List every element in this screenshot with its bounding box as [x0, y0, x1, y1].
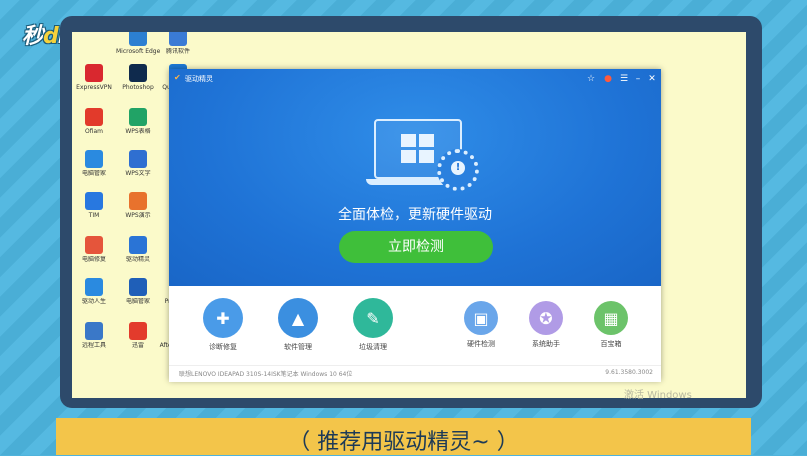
app-hero: ✔ 驱动精灵 ☆ ● ☰ – ✕ ! 全面体检，更新硬件驱动 立即检测: [169, 69, 661, 286]
app-shortcut-icon: [85, 322, 103, 340]
shortcut-label: 驱动精灵: [125, 256, 150, 263]
app-shortcut-icon: [169, 32, 187, 46]
shortcut-label: 驱动人生: [81, 298, 106, 305]
desktop-shortcut[interactable]: 电脑修复: [72, 236, 116, 276]
title-bar: ✔ 驱动精灵 ☆ ● ☰ – ✕: [169, 69, 661, 89]
hardware-icon: ▣: [464, 301, 498, 335]
desktop-shortcut[interactable]: 电脑管家: [116, 278, 160, 318]
desktop-shortcut[interactable]: 迅雷: [116, 322, 160, 362]
shortcut-label: 远程工具: [81, 342, 106, 349]
menu-icon[interactable]: ☰: [619, 73, 629, 85]
desktop-shortcut[interactable]: 电脑管家: [72, 150, 116, 190]
app-shortcut-icon: [129, 32, 147, 46]
shortcut-label: ExpressVPN: [76, 84, 112, 91]
app-window: ✔ 驱动精灵 ☆ ● ☰ – ✕ ! 全面体检，更新硬件驱动 立即检测 ✚ 诊断…: [169, 69, 661, 382]
subtitle-caption: （ 推荐用驱动精灵~ ）: [288, 430, 519, 455]
close-button[interactable]: ✕: [647, 73, 657, 85]
toolbox-icon: ▦: [594, 301, 628, 335]
activate-windows-watermark: 激活 Windows: [624, 390, 692, 401]
tool-label: 诊断修复: [209, 343, 237, 351]
status-bar: 联想LENOVO IDEAPAD 310S-14ISK笔记本 Windows 1…: [169, 365, 661, 382]
device-info: 联想LENOVO IDEAPAD 310S-14ISK笔记本 Windows 1…: [179, 371, 353, 378]
shortcut-label: WPS文字: [125, 170, 151, 177]
desktop-shortcut[interactable]: Microsoft Edge: [116, 32, 160, 68]
desktop-shortcut[interactable]: WPS演示: [116, 192, 160, 232]
app-shortcut-icon: [85, 192, 103, 210]
shortcut-label: 迅雷: [131, 342, 144, 349]
tool-system-assistant[interactable]: ✪ 系统助手: [516, 298, 576, 349]
shortcut-label: WPS演示: [125, 212, 151, 219]
tool-toolbox[interactable]: ▦ 百宝箱: [581, 298, 641, 349]
gift-icon[interactable]: ●: [603, 73, 613, 85]
broom-icon: ✎: [353, 298, 393, 338]
software-icon: ▲: [278, 298, 318, 338]
tool-label: 垃圾清理: [359, 343, 387, 351]
desktop-shortcut[interactable]: WPS文字: [116, 150, 160, 190]
minimize-button[interactable]: –: [633, 73, 643, 85]
scan-now-button[interactable]: 立即检测: [339, 231, 493, 263]
desktop-shortcut[interactable]: ExpressVPN: [72, 64, 116, 104]
app-shortcut-icon: [85, 236, 103, 254]
shortcut-label: Photoshop: [122, 84, 154, 91]
desktop-shortcut[interactable]: 远程工具: [72, 322, 116, 362]
shortcut-label: TIM: [88, 212, 100, 219]
assistant-icon: ✪: [529, 301, 563, 335]
shortcut-label: Ofiam: [84, 128, 104, 135]
skin-icon[interactable]: ☆: [586, 73, 596, 85]
shortcut-label: 电脑修复: [81, 256, 106, 263]
shortcut-label: WPS表格: [125, 128, 151, 135]
desktop-shortcut[interactable]: TIM: [72, 192, 116, 232]
app-shortcut-icon: [129, 322, 147, 340]
app-logo-icon: ✔: [174, 73, 181, 82]
desktop-shortcut[interactable]: Ofiam: [72, 108, 116, 148]
desktop-shortcut[interactable]: 驱动精灵: [116, 236, 160, 276]
tool-diagnose-repair[interactable]: ✚ 诊断修复: [193, 298, 253, 352]
app-title: 驱动精灵: [185, 75, 213, 83]
desktop-shortcut[interactable]: 腾讯软件: [156, 32, 200, 68]
windows-logo-icon: [401, 134, 435, 164]
tool-label: 硬件检测: [467, 340, 495, 348]
app-shortcut-icon: [85, 64, 103, 82]
shortcut-label: 电脑管家: [125, 298, 150, 305]
shortcut-label: Microsoft Edge: [116, 48, 160, 55]
app-shortcut-icon: [129, 278, 147, 296]
app-shortcut-icon: [85, 278, 103, 296]
app-shortcut-icon: [129, 192, 147, 210]
app-shortcut-icon: [129, 108, 147, 126]
desktop-shortcut[interactable]: WPS表格: [116, 108, 160, 148]
tool-junk-clean[interactable]: ✎ 垃圾清理: [343, 298, 403, 352]
shortcut-label: 腾讯软件: [165, 48, 190, 55]
app-shortcut-icon: [129, 150, 147, 168]
desktop-shortcut[interactable]: Photoshop: [116, 64, 160, 104]
diagnose-icon: ✚: [203, 298, 243, 338]
app-shortcut-icon: [85, 108, 103, 126]
tagline: 全面体检，更新硬件驱动: [338, 207, 492, 223]
tool-label: 百宝箱: [600, 340, 622, 348]
desktop-shortcut[interactable]: 驱动人生: [72, 278, 116, 318]
shortcut-label: 电脑管家: [81, 170, 106, 177]
app-shortcut-icon: [129, 64, 147, 82]
tool-bar: ✚ 诊断修复 ▲ 软件管理 ✎ 垃圾清理 ▣ 硬件检测 ✪ 系统助手 ▦ 百宝箱: [169, 286, 661, 366]
tool-label: 系统助手: [532, 340, 560, 348]
version-number: 9.61.3580.3002: [605, 369, 653, 376]
tool-label: 软件管理: [284, 343, 312, 351]
gear-alert-icon: !: [437, 149, 479, 191]
app-shortcut-icon: [129, 236, 147, 254]
app-shortcut-icon: [85, 150, 103, 168]
tool-software-manager[interactable]: ▲ 软件管理: [268, 298, 328, 352]
tool-hardware-check[interactable]: ▣ 硬件检测: [451, 298, 511, 349]
